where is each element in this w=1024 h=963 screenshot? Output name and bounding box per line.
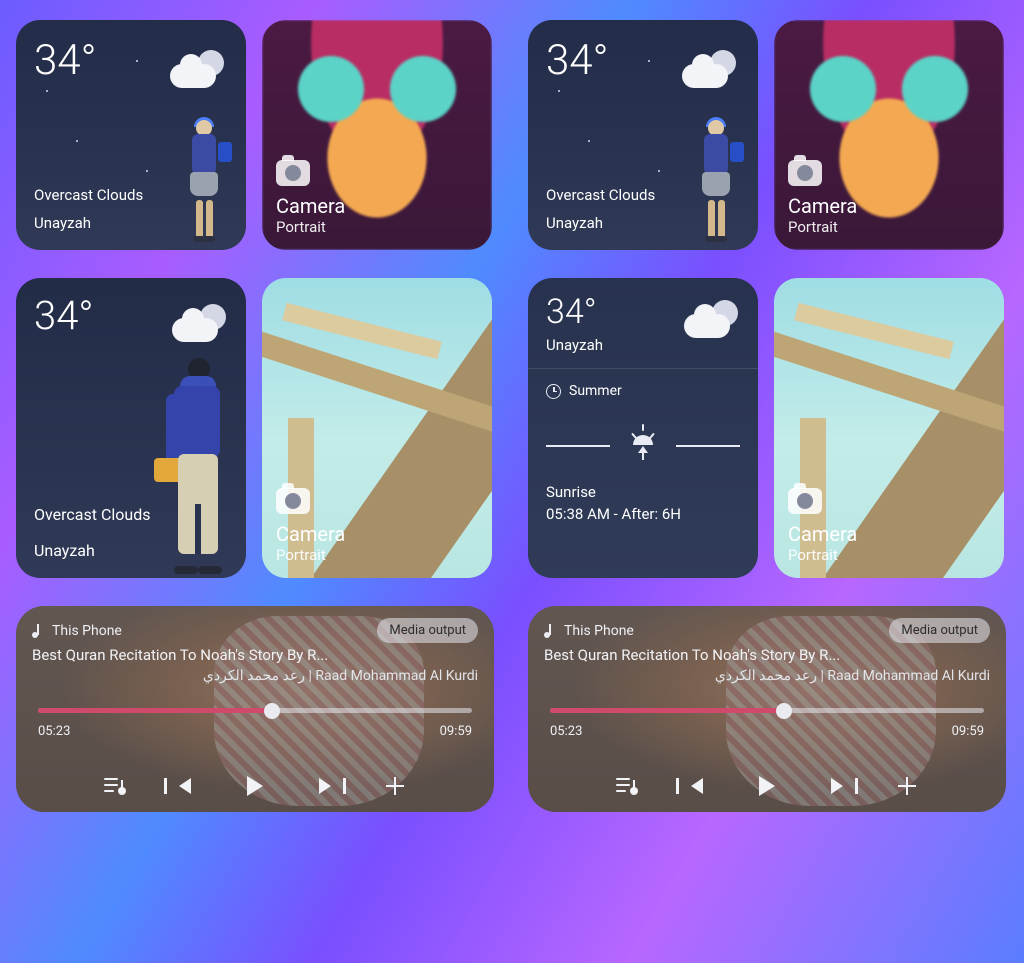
- device-label: This Phone: [52, 623, 122, 639]
- camera-mode: Portrait: [276, 546, 345, 564]
- weather-widget-tall[interactable]: 34° Overcast Clouds Unayzah: [16, 278, 246, 578]
- playlist-button[interactable]: [103, 774, 127, 798]
- total-time: 09:59: [952, 724, 984, 739]
- camera-widget-small[interactable]: Camera Portrait: [262, 20, 492, 250]
- weather-widget-detail[interactable]: 34° Unayzah Summer Sunrise 05:38 AM - Af…: [528, 278, 758, 578]
- next-button[interactable]: [825, 774, 849, 798]
- home-screen-right: 34° Overcast Clouds Unayzah Camera Portr…: [512, 0, 1024, 963]
- person-illustration: [150, 354, 240, 574]
- camera-mode: Portrait: [276, 218, 345, 236]
- playlist-button[interactable]: [615, 774, 639, 798]
- season-row: Summer: [546, 383, 740, 399]
- weather-location: Unayzah: [546, 336, 740, 354]
- weather-widget-small[interactable]: 34° Overcast Clouds Unayzah: [528, 20, 758, 250]
- track-artist: Raad Mohammad Al Kurdi | رعد محمد الكردي: [32, 668, 478, 684]
- night-cloud-icon: [172, 302, 228, 342]
- camera-title: Camera: [788, 194, 857, 218]
- playlist-icon: [616, 778, 638, 794]
- seek-bar[interactable]: [38, 708, 472, 713]
- play-button[interactable]: [755, 774, 779, 798]
- divider: [528, 368, 758, 369]
- camera-icon: [788, 488, 822, 514]
- temperature-value: 34°: [34, 292, 94, 339]
- seek-bar[interactable]: [550, 708, 984, 713]
- temperature-value: 34°: [546, 36, 608, 85]
- camera-icon: [276, 160, 310, 186]
- weather-location: Unayzah: [34, 214, 91, 232]
- previous-button[interactable]: [685, 774, 709, 798]
- camera-mode: Portrait: [788, 546, 857, 564]
- next-button[interactable]: [313, 774, 337, 798]
- add-button[interactable]: [895, 774, 919, 798]
- weather-location: Unayzah: [546, 214, 603, 232]
- previous-icon: [179, 778, 191, 794]
- play-button[interactable]: [243, 774, 267, 798]
- weather-location: Unayzah: [34, 541, 95, 560]
- weather-condition: Overcast Clouds: [546, 186, 655, 204]
- camera-icon: [788, 160, 822, 186]
- sunrise-time: 05:38 AM - After: 6H: [546, 505, 740, 523]
- camera-title: Camera: [276, 194, 345, 218]
- track-title: Best Quran Recitation To Noah's Story By…: [544, 646, 990, 664]
- media-player-widget[interactable]: This Phone Media output Best Quran Recit…: [16, 606, 494, 812]
- music-note-icon: [544, 624, 556, 638]
- next-icon: [319, 778, 331, 794]
- elapsed-time: 05:23: [38, 724, 70, 739]
- previous-icon: [691, 778, 703, 794]
- playback-device[interactable]: This Phone: [544, 623, 634, 639]
- seek-handle[interactable]: [264, 703, 280, 719]
- camera-title: Camera: [788, 522, 857, 546]
- total-time: 09:59: [440, 724, 472, 739]
- camera-widget-small[interactable]: Camera Portrait: [774, 20, 1004, 250]
- night-cloud-icon: [684, 298, 740, 338]
- clock-icon: [546, 384, 561, 399]
- media-output-button[interactable]: Media output: [889, 618, 990, 643]
- device-label: This Phone: [564, 623, 634, 639]
- camera-widget-tall[interactable]: Camera Portrait: [774, 278, 1004, 578]
- sunrise-label: Sunrise: [546, 483, 740, 501]
- elapsed-time: 05:23: [550, 724, 582, 739]
- plus-icon: [898, 777, 916, 795]
- camera-mode: Portrait: [788, 218, 857, 236]
- track-artist: Raad Mohammad Al Kurdi | رعد محمد الكردي: [544, 668, 990, 684]
- sunrise-diagram: [546, 429, 740, 463]
- play-icon: [759, 776, 775, 796]
- play-icon: [247, 776, 263, 796]
- person-illustration: [694, 120, 740, 240]
- playback-device[interactable]: This Phone: [32, 623, 122, 639]
- night-cloud-icon: [682, 48, 738, 88]
- weather-condition: Overcast Clouds: [34, 186, 143, 204]
- seek-progress: [38, 708, 272, 713]
- seek-handle[interactable]: [776, 703, 792, 719]
- music-note-icon: [32, 624, 44, 638]
- weather-condition: Overcast Clouds: [34, 505, 164, 524]
- camera-icon: [276, 488, 310, 514]
- add-button[interactable]: [383, 774, 407, 798]
- temperature-value: 34°: [34, 36, 96, 85]
- plus-icon: [386, 777, 404, 795]
- season-label: Summer: [569, 383, 622, 399]
- weather-widget-small[interactable]: 34° Overcast Clouds Unayzah: [16, 20, 246, 250]
- track-title: Best Quran Recitation To Noah's Story By…: [32, 646, 478, 664]
- camera-widget-tall[interactable]: Camera Portrait: [262, 278, 492, 578]
- playlist-icon: [104, 778, 126, 794]
- camera-title: Camera: [276, 522, 345, 546]
- media-output-button[interactable]: Media output: [377, 618, 478, 643]
- seek-progress: [550, 708, 784, 713]
- media-player-widget[interactable]: This Phone Media output Best Quran Recit…: [528, 606, 1006, 812]
- next-icon: [831, 778, 843, 794]
- previous-button[interactable]: [173, 774, 197, 798]
- home-screen-left: 34° Overcast Clouds Unayzah Camera Portr…: [0, 0, 512, 963]
- night-cloud-icon: [170, 48, 226, 88]
- person-illustration: [182, 120, 228, 240]
